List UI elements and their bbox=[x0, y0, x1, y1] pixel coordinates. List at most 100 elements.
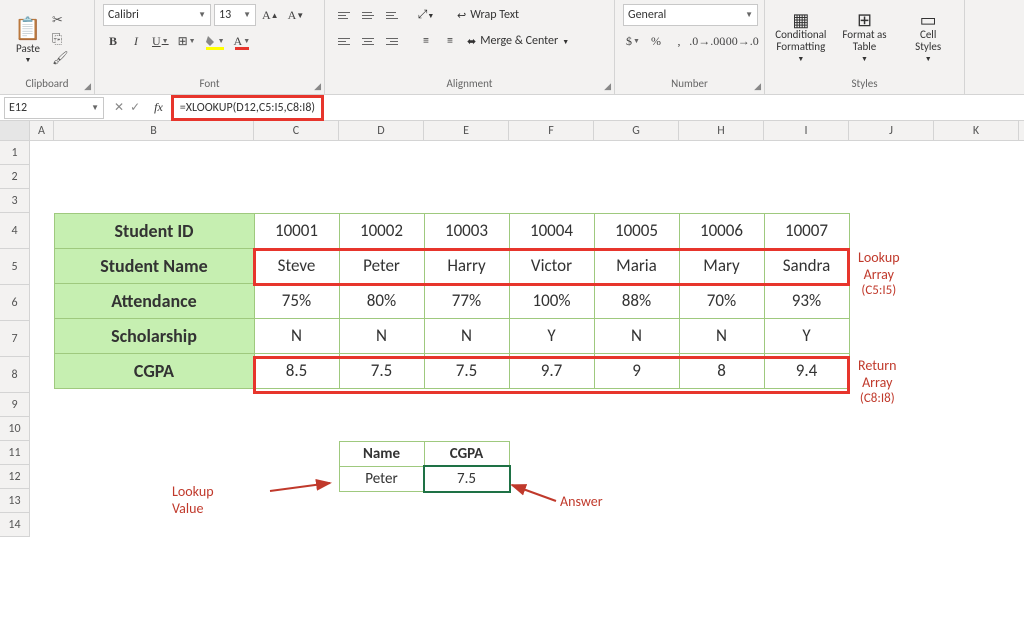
clipboard-dialog-launcher[interactable]: ◢ bbox=[84, 81, 91, 92]
formula-input[interactable]: =XLOOKUP(D12,C5:I5,C8:I8) bbox=[171, 95, 324, 121]
cell[interactable]: 70% bbox=[679, 283, 765, 319]
cell[interactable]: Scholarship bbox=[54, 318, 255, 354]
col-header[interactable]: F bbox=[509, 121, 594, 140]
cell[interactable]: N bbox=[594, 318, 680, 354]
align-center-button[interactable] bbox=[357, 30, 379, 52]
col-header[interactable]: J bbox=[849, 121, 934, 140]
cancel-formula-icon[interactable]: ✕ bbox=[114, 100, 124, 115]
align-top-button[interactable] bbox=[333, 4, 355, 26]
col-header[interactable]: B bbox=[54, 121, 254, 140]
align-right-button[interactable] bbox=[381, 30, 403, 52]
comma-format-button[interactable]: , bbox=[669, 30, 689, 52]
cell[interactable]: 80% bbox=[339, 283, 425, 319]
cell[interactable]: 10006 bbox=[679, 213, 765, 249]
accounting-format-button[interactable]: $▼ bbox=[623, 30, 643, 52]
cell[interactable]: 10004 bbox=[509, 213, 595, 249]
cell[interactable]: Y bbox=[509, 318, 595, 354]
cell[interactable]: Attendance bbox=[54, 283, 255, 319]
cell[interactable]: CGPA bbox=[54, 353, 255, 389]
row-header[interactable]: 8 bbox=[0, 357, 30, 393]
font-color-button[interactable]: A▼ bbox=[231, 30, 254, 52]
cell[interactable]: Peter bbox=[339, 248, 425, 284]
cell[interactable]: 8 bbox=[679, 353, 765, 389]
row-header[interactable]: 12 bbox=[0, 465, 30, 489]
row-header[interactable]: 1 bbox=[0, 141, 30, 165]
fx-icon[interactable]: fx bbox=[146, 100, 171, 115]
col-header[interactable]: I bbox=[764, 121, 849, 140]
cell[interactable]: 9 bbox=[594, 353, 680, 389]
cell[interactable]: 9.7 bbox=[509, 353, 595, 389]
decrease-indent-button[interactable]: ≡ bbox=[415, 30, 437, 52]
italic-button[interactable]: I bbox=[126, 30, 146, 52]
format-as-table-button[interactable]: ⊞ Format as Table ▼ bbox=[835, 6, 895, 72]
cell[interactable]: Student ID bbox=[54, 213, 255, 249]
copy-icon[interactable]: ⎘ bbox=[52, 32, 69, 47]
font-size-combo[interactable]: 13 ▼ bbox=[214, 4, 256, 26]
name-box[interactable]: E12 ▼ bbox=[4, 97, 104, 119]
cell[interactable]: N bbox=[254, 318, 340, 354]
cell[interactable]: 10001 bbox=[254, 213, 340, 249]
row-header[interactable]: 10 bbox=[0, 417, 30, 441]
number-dialog-launcher[interactable]: ◢ bbox=[754, 81, 761, 92]
row-header[interactable]: 7 bbox=[0, 321, 30, 357]
underline-button[interactable]: U▼ bbox=[149, 30, 172, 52]
paste-button[interactable]: 📋 Paste ▼ bbox=[8, 15, 48, 64]
orientation-button[interactable]: ⤢▼ bbox=[415, 4, 437, 26]
row-header[interactable]: 5 bbox=[0, 249, 30, 285]
increase-decimal-button[interactable]: .0→.00 bbox=[692, 30, 723, 52]
col-header[interactable]: A bbox=[30, 121, 54, 140]
wrap-text-button[interactable]: ↩ Wrap Text bbox=[453, 4, 523, 26]
row-header[interactable]: 13 bbox=[0, 489, 30, 513]
row-header[interactable]: 14 bbox=[0, 513, 30, 537]
percent-format-button[interactable]: % bbox=[646, 30, 666, 52]
cell[interactable]: 10005 bbox=[594, 213, 680, 249]
enter-formula-icon[interactable]: ✓ bbox=[130, 100, 140, 115]
cell[interactable]: Name bbox=[339, 441, 425, 467]
cell[interactable]: N bbox=[339, 318, 425, 354]
cell[interactable]: N bbox=[679, 318, 765, 354]
font-name-combo[interactable]: Calibri ▼ bbox=[103, 4, 211, 26]
cell[interactable]: 7.5 bbox=[339, 353, 425, 389]
cell[interactable]: CGPA bbox=[424, 441, 510, 467]
row-header[interactable]: 9 bbox=[0, 393, 30, 417]
conditional-formatting-button[interactable]: ▦ Conditional Formatting ▼ bbox=[771, 6, 831, 72]
cell[interactable]: Sandra bbox=[764, 248, 850, 284]
cell[interactable]: 10007 bbox=[764, 213, 850, 249]
cell[interactable]: N bbox=[424, 318, 510, 354]
align-middle-button[interactable] bbox=[357, 4, 379, 26]
row-header[interactable]: 6 bbox=[0, 285, 30, 321]
increase-indent-button[interactable]: ≡ bbox=[439, 30, 461, 52]
cell[interactable]: 10003 bbox=[424, 213, 510, 249]
cell[interactable]: 93% bbox=[764, 283, 850, 319]
bold-button[interactable]: B bbox=[103, 30, 123, 52]
cell[interactable]: 75% bbox=[254, 283, 340, 319]
cell[interactable]: Maria bbox=[594, 248, 680, 284]
cell[interactable]: Harry bbox=[424, 248, 510, 284]
row-header[interactable]: 4 bbox=[0, 213, 30, 249]
font-dialog-launcher[interactable]: ◢ bbox=[314, 81, 321, 92]
cell-styles-button[interactable]: ▭ Cell Styles ▼ bbox=[898, 6, 958, 72]
align-bottom-button[interactable] bbox=[381, 4, 403, 26]
increase-font-button[interactable]: A▲ bbox=[259, 4, 282, 26]
col-header[interactable]: H bbox=[679, 121, 764, 140]
cell[interactable]: Student Name bbox=[54, 248, 255, 284]
cell[interactable]: Steve bbox=[254, 248, 340, 284]
cell[interactable]: 88% bbox=[594, 283, 680, 319]
col-header[interactable]: G bbox=[594, 121, 679, 140]
col-header[interactable]: K bbox=[934, 121, 1019, 140]
number-format-combo[interactable]: General ▼ bbox=[623, 4, 758, 26]
row-header[interactable]: 2 bbox=[0, 165, 30, 189]
format-painter-icon[interactable]: 🖌 bbox=[52, 51, 69, 66]
cell[interactable]: Peter bbox=[339, 466, 425, 492]
borders-button[interactable]: ⊞▼ bbox=[175, 30, 199, 52]
alignment-dialog-launcher[interactable]: ◢ bbox=[604, 81, 611, 92]
cell[interactable]: 8.5 bbox=[254, 353, 340, 389]
decrease-font-button[interactable]: A▼ bbox=[285, 4, 308, 26]
cell[interactable]: Mary bbox=[679, 248, 765, 284]
row-header[interactable]: 3 bbox=[0, 189, 30, 213]
selected-cell[interactable]: 7.5 bbox=[424, 466, 510, 492]
align-left-button[interactable] bbox=[333, 30, 355, 52]
cut-icon[interactable]: ✂ bbox=[52, 13, 69, 28]
select-all-corner[interactable] bbox=[0, 121, 30, 140]
cell[interactable]: 10002 bbox=[339, 213, 425, 249]
